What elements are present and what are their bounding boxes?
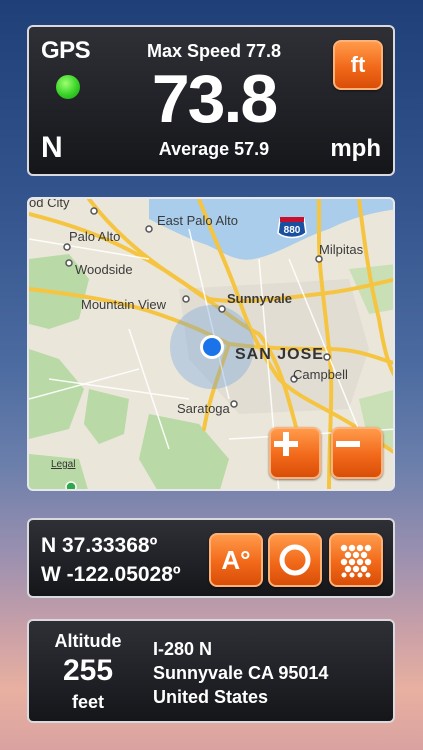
map-label-campbell: Campbell [293,367,348,382]
altitude-value: 255 [62,654,114,687]
latitude: N 37.33368º [41,534,158,557]
speed-panel: GPS N Max Speed 77.8 73.8 Average 57.9 m… [27,25,395,176]
heading-direction: N [41,131,63,164]
plus-icon [274,432,298,456]
grid-menu-button[interactable] [329,533,383,587]
map-label-san-jose: SAN JOSE [235,346,324,363]
circle-icon [279,544,311,576]
current-location-dot [203,338,221,356]
map-poi-marker [65,481,77,489]
zoom-out-button[interactable] [331,427,383,479]
map-label-milpitas: Milpitas [319,242,364,257]
map-view[interactable]: 880 od City East Palo Alto Palo Alto Mil… [27,197,395,491]
address-line-2: Sunnyvale CA 95014 [153,663,329,683]
map-label-east-palo-alto: East Palo Alto [157,213,238,228]
map-label-palo-alto: Palo Alto [69,229,120,244]
legal-link[interactable]: Legal [51,459,75,470]
altitude-label: Altitude [54,631,122,651]
average-speed: Average 57.9 [158,139,270,159]
speed-unit: mph [330,135,381,162]
gps-label: GPS [41,37,91,64]
max-speed: Max Speed 77.8 [146,41,282,61]
record-button[interactable] [268,533,322,587]
zoom-in-button[interactable] [269,427,321,479]
map-label-top-city: od City [29,199,70,210]
grid-icon [340,544,372,578]
highway-880-shield: 880 [277,217,307,239]
unit-toggle-button[interactable]: ft [333,40,383,90]
address-line-3: United States [153,687,269,707]
longitude: W -122.05028º [41,563,181,586]
map-label-sunnyvale: Sunnyvale [227,291,292,306]
map-label-woodside: Woodside [75,262,133,277]
coordinates-panel: N 37.33368º W -122.05028º A° [27,518,395,598]
address-panel: Altitude 255 feet I-280 N Sunnyvale CA 9… [27,619,395,723]
altitude-mode-button[interactable]: A° [209,533,263,587]
current-speed: 73.8 [151,61,278,137]
map-label-saratoga: Saratoga [177,401,231,416]
altitude-unit: feet [71,692,104,712]
gps-status-indicator [56,75,80,99]
highway-880-label: 880 [284,225,301,236]
address-line-1: I-280 N [153,639,213,659]
minus-icon [336,441,360,447]
map-label-mountain-view: Mountain View [81,297,167,312]
